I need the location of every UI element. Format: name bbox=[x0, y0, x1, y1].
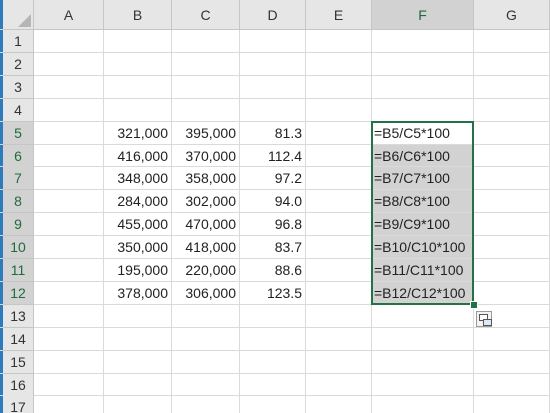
cell-c5[interactable]: 395,000 bbox=[172, 122, 240, 144]
cell-c12[interactable]: 306,000 bbox=[172, 282, 240, 304]
cell-c11[interactable]: 220,000 bbox=[172, 259, 240, 281]
row-gridline bbox=[0, 350, 550, 351]
row-header-14[interactable]: 14 bbox=[3, 328, 34, 351]
row-header-8[interactable]: 8 bbox=[3, 190, 34, 213]
select-all-triangle-icon bbox=[18, 14, 31, 27]
quick-analysis-icon[interactable] bbox=[476, 310, 492, 327]
row-header-15[interactable]: 15 bbox=[3, 351, 34, 374]
cell-c6[interactable]: 370,000 bbox=[172, 145, 240, 167]
cell-b12[interactable]: 378,000 bbox=[104, 282, 172, 304]
cell-c10[interactable]: 418,000 bbox=[172, 236, 240, 258]
column-header-b[interactable]: B bbox=[104, 0, 172, 30]
column-header-c[interactable]: C bbox=[172, 0, 240, 30]
cell-b5[interactable]: 321,000 bbox=[104, 122, 172, 144]
cell-d6[interactable]: 112.4 bbox=[240, 145, 306, 167]
row-header-9[interactable]: 9 bbox=[3, 213, 34, 236]
row-header-1[interactable]: 1 bbox=[3, 30, 34, 53]
column-header-d[interactable]: D bbox=[240, 0, 306, 30]
fill-handle[interactable] bbox=[470, 300, 478, 309]
cell-d12[interactable]: 123.5 bbox=[240, 282, 306, 304]
row-gridline bbox=[0, 373, 550, 374]
row-gridline bbox=[0, 327, 550, 328]
row-header-7[interactable]: 7 bbox=[3, 167, 34, 190]
cell-b7[interactable]: 348,000 bbox=[104, 167, 172, 189]
row-header-5[interactable]: 5 bbox=[3, 122, 34, 145]
row-header-11[interactable]: 11 bbox=[3, 259, 34, 282]
cell-c7[interactable]: 358,000 bbox=[172, 167, 240, 189]
cell-d9[interactable]: 96.8 bbox=[240, 213, 306, 235]
cell-d10[interactable]: 83.7 bbox=[240, 236, 306, 258]
cell-b9[interactable]: 455,000 bbox=[104, 213, 172, 235]
cell-c8[interactable]: 302,000 bbox=[172, 190, 240, 212]
cell-d7[interactable]: 97.2 bbox=[240, 167, 306, 189]
row-header-17[interactable]: 17 bbox=[3, 396, 34, 413]
row-gridline bbox=[0, 395, 550, 396]
row-header-3[interactable]: 3 bbox=[3, 76, 34, 99]
cell-d11[interactable]: 88.6 bbox=[240, 259, 306, 281]
cell-b11[interactable]: 195,000 bbox=[104, 259, 172, 281]
cell-b10[interactable]: 350,000 bbox=[104, 236, 172, 258]
row-header-13[interactable]: 13 bbox=[3, 305, 34, 328]
row-header-16[interactable]: 16 bbox=[3, 374, 34, 397]
row-header-4[interactable]: 4 bbox=[3, 99, 34, 122]
cell-d5[interactable]: 81.3 bbox=[240, 122, 306, 144]
cell-b6[interactable]: 416,000 bbox=[104, 145, 172, 167]
row-gridline bbox=[0, 98, 550, 99]
selection-border bbox=[371, 120, 474, 305]
column-header-a[interactable]: A bbox=[34, 0, 104, 30]
row-header-10[interactable]: 10 bbox=[3, 236, 34, 259]
row-header-6[interactable]: 6 bbox=[3, 145, 34, 168]
column-header-g[interactable]: G bbox=[474, 0, 550, 30]
row-gridline bbox=[0, 52, 550, 53]
row-header-2[interactable]: 2 bbox=[3, 53, 34, 76]
select-all-corner[interactable] bbox=[3, 0, 34, 30]
cell-c9[interactable]: 470,000 bbox=[172, 213, 240, 235]
spreadsheet-grid[interactable]: A B C D E F G 1 2 3 4 5 6 7 8 9 10 11 12 13 14 15 16 17 321,000 3… bbox=[0, 0, 550, 413]
row-gridline bbox=[0, 75, 550, 76]
cell-d8[interactable]: 94.0 bbox=[240, 190, 306, 212]
cell-b8[interactable]: 284,000 bbox=[104, 190, 172, 212]
row-header-12[interactable]: 12 bbox=[3, 282, 34, 305]
column-header-e[interactable]: E bbox=[306, 0, 372, 30]
column-header-f[interactable]: F bbox=[372, 0, 474, 30]
